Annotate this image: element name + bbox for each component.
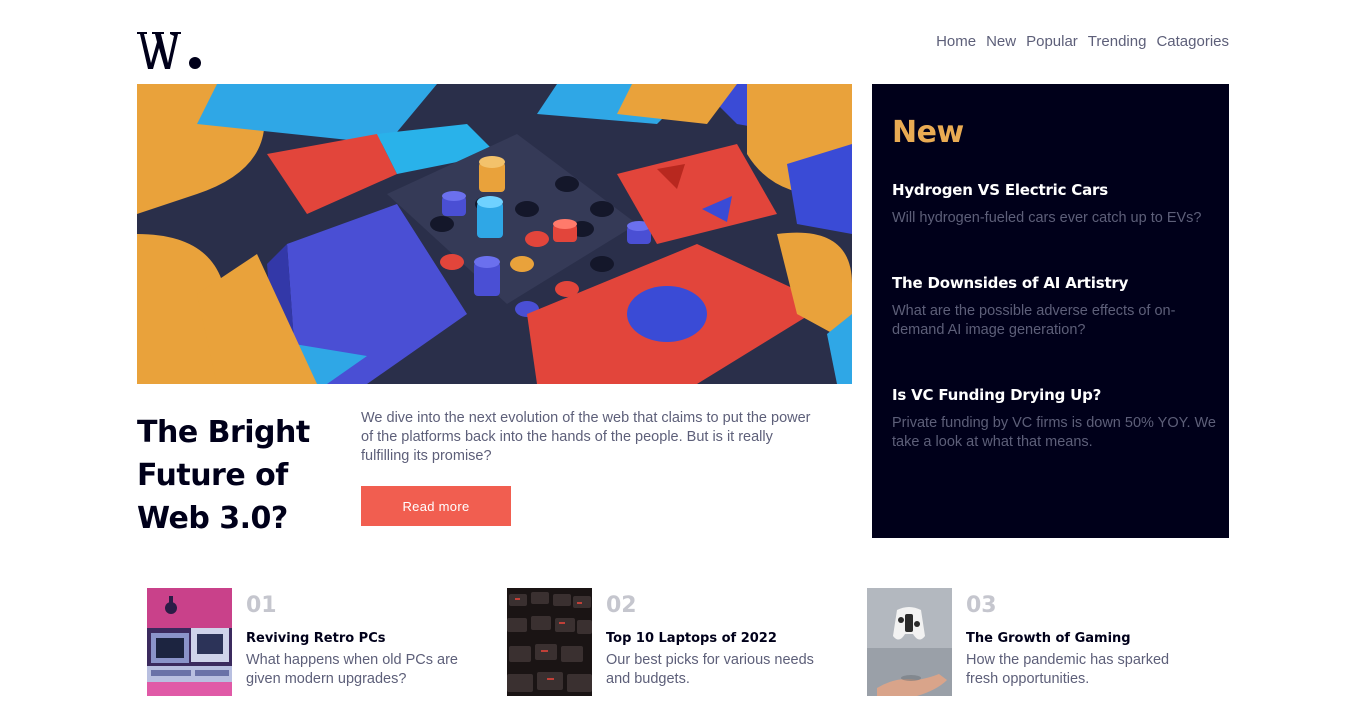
article-card: 01 Reviving Retro PCs What happens when … xyxy=(147,588,487,696)
hero-title: The Bright Future of Web 3.0? xyxy=(137,411,337,540)
article-card: 02 Top 10 Laptops of 2022 Our best picks… xyxy=(507,588,847,696)
hero-description: We dive into the next evolution of the w… xyxy=(361,410,811,464)
new-article-description: Private funding by VC firms is down 50% … xyxy=(892,415,1216,450)
logo[interactable] xyxy=(137,28,203,72)
new-article-title[interactable]: The Downsides of AI Artistry xyxy=(892,273,1209,293)
new-panel-heading: New xyxy=(892,115,964,150)
hero-title-line: Future of xyxy=(137,458,288,493)
card-description: What happens when old PCs are given mode… xyxy=(246,652,458,687)
card-number: 01 xyxy=(246,593,277,618)
card-description: How the pandemic has sparked fresh oppor… xyxy=(966,652,1170,687)
new-articles-panel: New Hydrogen VS Electric Cars Will hydro… xyxy=(872,84,1229,538)
nav-link-trending[interactable]: Trending xyxy=(1088,32,1147,52)
article-card: 03 The Growth of Gaming How the pandemic… xyxy=(867,588,1207,696)
hero-title-line: The Bright xyxy=(137,415,310,450)
nav-link-home[interactable]: Home xyxy=(936,32,976,52)
nav-link-new[interactable]: New xyxy=(986,32,1016,52)
card-number: 02 xyxy=(606,593,637,618)
hero-image xyxy=(137,84,852,384)
main-nav: Home New Popular Trending Catagories xyxy=(936,32,1229,52)
laptops-thumbnail[interactable] xyxy=(507,588,592,696)
new-article-description: What are the possible adverse effects of… xyxy=(892,303,1176,338)
page: Home New Popular Trending Catagories The… xyxy=(0,0,1366,710)
new-article-item: Is VC Funding Drying Up? Private funding… xyxy=(892,385,1216,452)
card-title[interactable]: The Growth of Gaming xyxy=(966,630,1131,647)
new-article-description: Will hydrogen-fueled cars ever catch up … xyxy=(892,210,1202,226)
gaming-thumbnail[interactable] xyxy=(867,588,952,696)
card-number: 03 xyxy=(966,593,997,618)
new-article-item: Hydrogen VS Electric Cars Will hydrogen-… xyxy=(892,180,1209,228)
retro-pcs-thumbnail[interactable] xyxy=(147,588,232,696)
new-article-title[interactable]: Is VC Funding Drying Up? xyxy=(892,385,1209,405)
new-article-item: The Downsides of AI Artistry What are th… xyxy=(892,273,1209,340)
card-title[interactable]: Reviving Retro PCs xyxy=(246,630,386,647)
card-title[interactable]: Top 10 Laptops of 2022 xyxy=(606,630,777,647)
nav-link-popular[interactable]: Popular xyxy=(1026,32,1078,52)
new-article-title[interactable]: Hydrogen VS Electric Cars xyxy=(892,180,1209,200)
nav-link-categories[interactable]: Catagories xyxy=(1156,32,1229,52)
card-description: Our best picks for various needs and bud… xyxy=(606,652,814,687)
hero-title-line: Web 3.0? xyxy=(137,501,288,536)
read-more-button[interactable]: Read more xyxy=(361,486,511,526)
